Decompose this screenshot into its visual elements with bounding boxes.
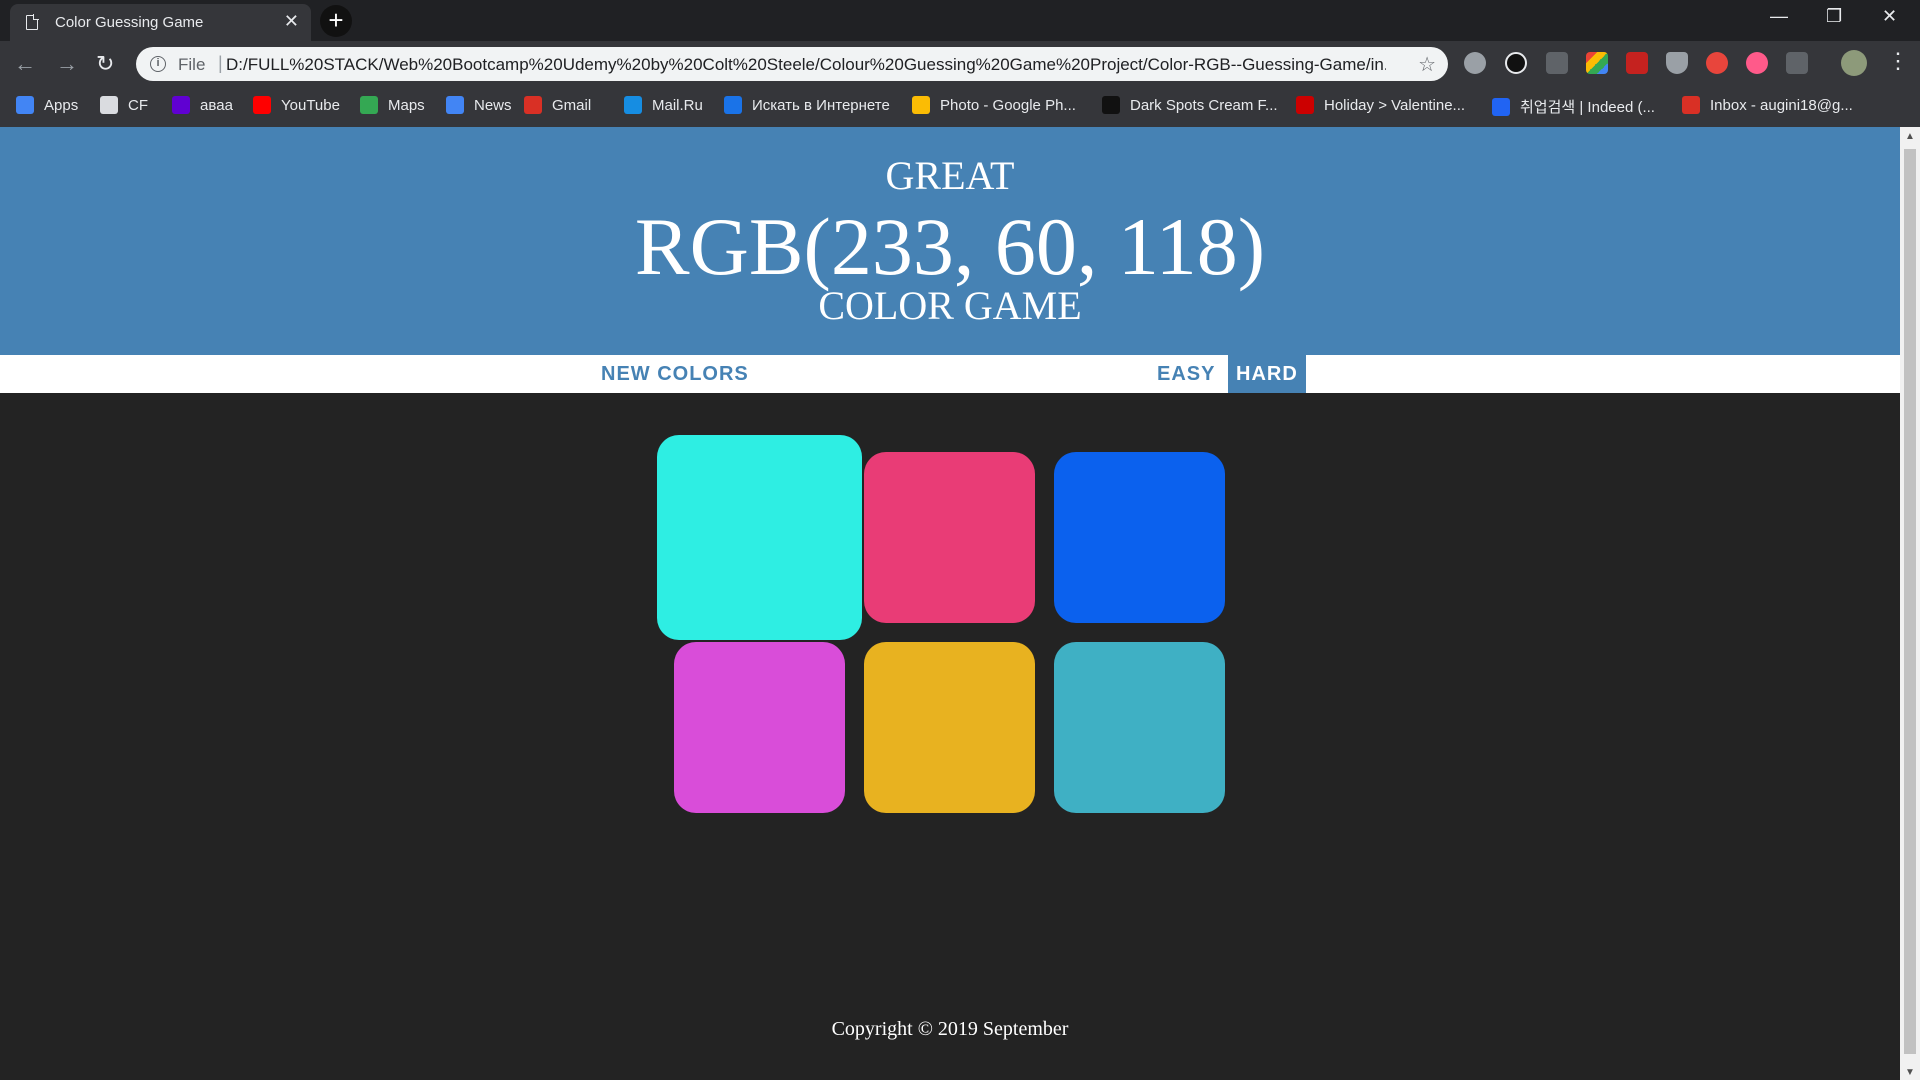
back-icon[interactable]: ← [14, 51, 36, 77]
game-title: COLOR GAME [818, 283, 1082, 328]
browser-tab-bar: Color Guessing Game ✕ + — ❐ ✕ [0, 0, 1920, 41]
color-square[interactable] [674, 642, 845, 813]
maps-icon [360, 96, 378, 114]
bookmark-item[interactable]: Mail.Ru [624, 96, 703, 118]
bookmark-item[interactable]: авaa [172, 96, 233, 118]
bookmark-label: 취업검색 | Indeed (... [1520, 99, 1655, 116]
new-colors-button[interactable]: NEW COLORS [593, 355, 757, 393]
extension-icon[interactable] [1786, 52, 1808, 74]
dark-spots-icon [1102, 96, 1120, 114]
page-content: GREAT RGB(233, 60, 118) COLOR GAME NEW C… [0, 127, 1900, 1080]
page-scrollbar[interactable]: ▲ ▼ [1900, 127, 1920, 1080]
bookmark-label: CF [128, 97, 148, 114]
bookmark-label: Mail.Ru [652, 97, 703, 114]
tab-title: Color Guessing Game [55, 14, 204, 31]
control-stripe: NEW COLORS EASY HARD [0, 355, 1900, 393]
bookmark-label: Holiday > Valentine... [1324, 97, 1466, 114]
bookmark-label: Искать в Интернете [752, 97, 890, 114]
footer-copyright: Copyright © 2019 September [831, 1018, 1069, 1040]
new-tab-button[interactable]: + [320, 5, 352, 37]
bookmark-label: Apps [44, 97, 79, 114]
google-photos-icon [912, 96, 930, 114]
apps-grid-icon [16, 96, 34, 114]
bookmark-item[interactable]: Holiday > Valentine... [1296, 96, 1465, 118]
bookmark-label: News [474, 97, 512, 114]
bookmark-item[interactable]: Maps [360, 96, 425, 118]
scrollbar-thumb[interactable] [1904, 149, 1916, 1054]
hard-mode-button[interactable]: HARD [1228, 355, 1306, 393]
scroll-down-icon[interactable]: ▼ [1905, 1067, 1915, 1078]
close-window-icon[interactable]: ✕ [1882, 6, 1897, 27]
bookmark-item[interactable]: Искать в Интернете [724, 96, 890, 118]
bookmark-label: Gmail [552, 97, 592, 114]
bookmark-label: Inbox - augini18@g... [1710, 97, 1853, 114]
easy-mode-button[interactable]: EASY [1149, 355, 1223, 393]
game-header: GREAT RGB(233, 60, 118) COLOR GAME [0, 127, 1900, 355]
extension-icon[interactable] [1706, 52, 1728, 74]
rgb-target-display: RGB(233, 60, 118) [634, 201, 1266, 292]
reload-icon[interactable]: ↻ [96, 51, 114, 77]
gmail-icon [524, 96, 542, 114]
scroll-up-icon[interactable]: ▲ [1905, 131, 1915, 142]
color-square[interactable] [864, 452, 1035, 623]
color-square[interactable] [1054, 642, 1225, 813]
yahoo-icon [172, 96, 190, 114]
extension-icon[interactable] [1626, 52, 1648, 74]
bookmark-item[interactable]: Inbox - augini18@g... [1682, 96, 1853, 118]
bookmark-label: Photo - Google Ph... [940, 97, 1076, 114]
bookmark-item[interactable]: CF [100, 96, 148, 118]
color-square[interactable] [657, 435, 862, 640]
browser-toolbar: ← → ↻ i File | D:/FULL%20STACK/Web%20Boo… [0, 41, 1920, 87]
minimize-icon[interactable]: — [1770, 6, 1788, 27]
document-icon [26, 14, 39, 30]
gmail-icon [1682, 96, 1700, 114]
forward-icon[interactable]: → [56, 51, 78, 77]
bookmark-label: YouTube [281, 97, 340, 114]
bookmark-label: авaa [200, 97, 233, 114]
extension-icon[interactable] [1546, 52, 1568, 74]
avatar[interactable] [1841, 50, 1867, 76]
bookmark-item[interactable]: YouTube [253, 96, 340, 118]
youtube-icon [253, 96, 271, 114]
bookmark-label: Maps [388, 97, 425, 114]
color-picker-extension-icon[interactable] [1586, 52, 1608, 74]
bookmark-item[interactable]: Gmail [524, 96, 591, 118]
browser-tab[interactable]: Color Guessing Game ✕ [10, 4, 311, 41]
bookmark-item[interactable]: Dark Spots Cream F... [1102, 96, 1278, 118]
indeed-icon [1492, 98, 1510, 116]
restore-icon[interactable]: ❐ [1826, 6, 1842, 27]
holiday-icon [1296, 96, 1314, 114]
color-square[interactable] [864, 642, 1035, 813]
bookmark-item[interactable]: Apps [16, 96, 78, 118]
color-square[interactable] [1054, 452, 1225, 623]
bookmark-star-icon[interactable]: ☆ [1418, 52, 1436, 77]
result-message: GREAT [885, 153, 1015, 198]
moon-icon[interactable] [1746, 52, 1768, 74]
url-text[interactable]: D:/FULL%20STACK/Web%20Bootcamp%20Udemy%2… [226, 55, 1386, 75]
bookmark-item[interactable]: Photo - Google Ph... [912, 96, 1076, 118]
extension-icon[interactable] [1464, 52, 1486, 74]
extension-icon[interactable] [1505, 52, 1527, 74]
info-icon[interactable]: i [150, 56, 166, 72]
search-icon [100, 96, 118, 114]
search-web-icon [724, 96, 742, 114]
bookmark-label: Dark Spots Cream F... [1130, 97, 1278, 114]
bookmark-item[interactable]: 취업검색 | Indeed (... [1492, 96, 1655, 118]
bookmarks-bar: Apps CF авaa YouTube Maps News Gmail Mail.Ru Иск… [0, 87, 1920, 127]
news-icon [446, 96, 464, 114]
menu-icon[interactable]: ⋮ [1887, 50, 1909, 72]
mailru-icon [624, 96, 642, 114]
address-bar[interactable]: i File | D:/FULL%20STACK/Web%20Bootcamp%… [136, 47, 1448, 81]
bookmark-item[interactable]: News [446, 96, 512, 118]
close-tab-icon[interactable]: ✕ [284, 11, 299, 32]
url-scheme: File [178, 55, 206, 74]
url-separator: | [218, 53, 223, 73]
shield-icon[interactable] [1666, 52, 1688, 74]
